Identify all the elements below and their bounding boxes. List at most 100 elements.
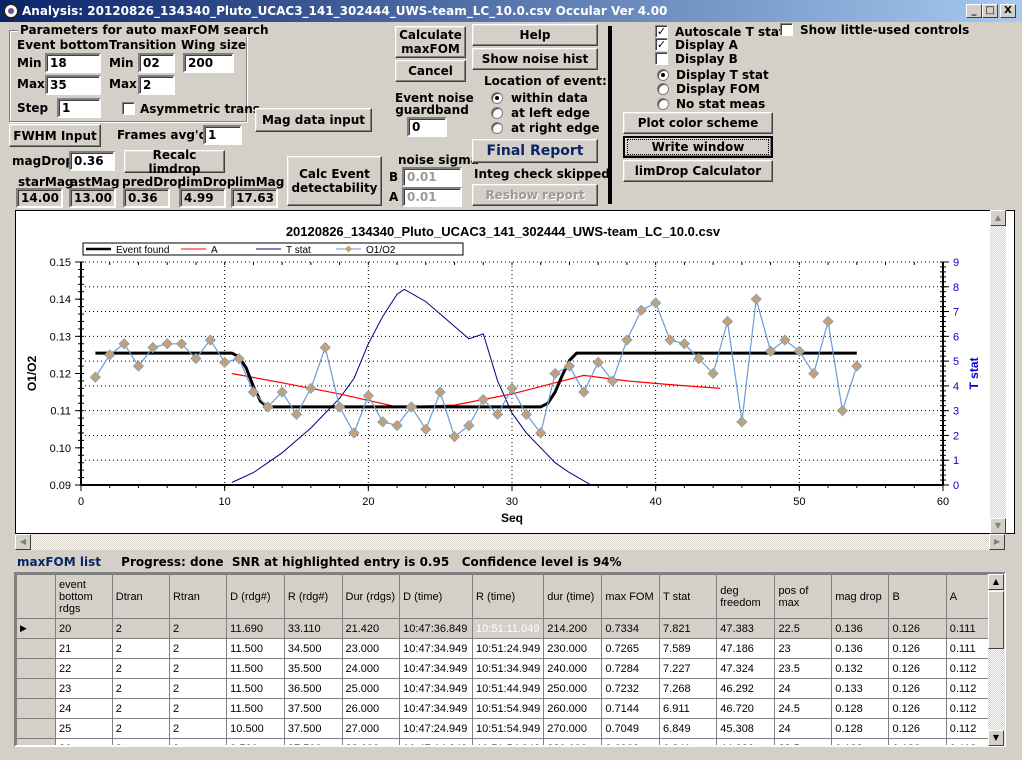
table-cell[interactable]: 9.500 xyxy=(226,738,285,745)
table-cell[interactable]: 23.000 xyxy=(341,638,401,659)
table-cell[interactable]: 10:51:54.949 xyxy=(472,738,545,745)
column-header[interactable]: B xyxy=(888,574,947,619)
column-header[interactable]: Dur (rdgs) xyxy=(341,574,401,619)
table-cell[interactable]: 33.110 xyxy=(283,618,343,639)
table-cell[interactable]: 0.132 xyxy=(831,658,890,679)
table-cell[interactable]: 47.383 xyxy=(716,618,776,639)
table-cell[interactable]: 21.420 xyxy=(341,618,401,639)
table-cell[interactable]: 10:47:36.849 xyxy=(399,618,474,639)
table-cell[interactable]: 260.000 xyxy=(543,698,603,719)
table-cell[interactable]: 24.000 xyxy=(341,658,401,679)
table-cell[interactable]: 0.126 xyxy=(888,658,947,679)
table-cell[interactable]: 25.000 xyxy=(341,678,401,699)
noise-sigma-a-input[interactable]: 0.01 xyxy=(402,187,462,207)
column-header[interactable]: event bottom rdgs xyxy=(55,574,113,619)
table-cell[interactable]: 2 xyxy=(111,718,170,739)
table-cell[interactable]: 11.500 xyxy=(226,638,285,659)
column-header[interactable]: Rtran xyxy=(168,574,228,619)
table-cell[interactable]: 37.500 xyxy=(283,698,343,719)
table-cell[interactable]: 0.136 xyxy=(831,638,890,659)
table-cell[interactable]: 36.500 xyxy=(283,678,343,699)
event-bottom-min-input[interactable]: 18 xyxy=(45,53,101,73)
table-cell[interactable]: 10:47:34.949 xyxy=(399,658,474,679)
table-cell[interactable]: 2 xyxy=(111,638,170,659)
table-cell[interactable]: 0.133 xyxy=(831,738,890,745)
table-cell[interactable]: 2 xyxy=(111,738,170,745)
table-cell[interactable]: 2 xyxy=(168,638,228,659)
table-cell[interactable]: 23 xyxy=(774,638,833,659)
table-cell[interactable]: 280.000 xyxy=(543,738,603,745)
guardband-input[interactable]: 0 xyxy=(407,117,447,137)
table-cell[interactable]: 26.000 xyxy=(341,698,401,719)
wing-size-input[interactable]: 200 xyxy=(183,53,234,73)
location-radio-left[interactable] xyxy=(491,107,503,119)
table-cell[interactable]: 0.126 xyxy=(888,738,947,745)
table-cell[interactable]: 270.000 xyxy=(543,718,603,739)
show-noise-hist-button[interactable]: Show noise hist xyxy=(472,48,598,70)
table-scroll-up-button[interactable]: ▲ xyxy=(988,574,1004,590)
table-cell[interactable]: 23.5 xyxy=(774,658,833,679)
table-cell[interactable]: 10:51:34.949 xyxy=(472,658,545,679)
chart-scroll-down-button[interactable]: ▼ xyxy=(990,518,1006,534)
table-cell[interactable]: 0.126 xyxy=(888,698,947,719)
table-cell[interactable]: 6.911 xyxy=(659,698,718,719)
table-cell[interactable]: 34.500 xyxy=(283,638,343,659)
autoscale-tstat-checkbox[interactable]: ✓ xyxy=(655,25,668,38)
maximize-button[interactable]: □ xyxy=(982,4,998,18)
table-cell[interactable]: 47.324 xyxy=(716,658,776,679)
row-header[interactable] xyxy=(16,698,57,719)
table-cell[interactable]: 2 xyxy=(111,698,170,719)
table-cell[interactable]: 7.589 xyxy=(659,638,718,659)
table-cell[interactable]: 23.5 xyxy=(774,738,833,745)
table-cell[interactable]: 10:47:24.949 xyxy=(399,718,474,739)
table-cell[interactable]: 26 xyxy=(55,738,113,745)
recalc-limdrop-button[interactable]: Recalc limdrop xyxy=(124,148,225,176)
table-cell[interactable]: 7.227 xyxy=(659,658,718,679)
table-cell[interactable]: 0.126 xyxy=(888,638,947,659)
column-header[interactable]: Dtran xyxy=(111,574,170,619)
table-row[interactable]: 26229.50037.50028.00010:47:14.94910:51:5… xyxy=(16,738,1004,745)
column-header[interactable]: deg freedom xyxy=(716,574,776,619)
table-cell[interactable]: 10:47:34.949 xyxy=(399,638,474,659)
table-cell[interactable]: 21 xyxy=(55,638,113,659)
table-cell[interactable]: 10:51:11.049 xyxy=(472,618,545,639)
table-cell[interactable]: 7.268 xyxy=(659,678,718,699)
app-icon[interactable] xyxy=(3,3,19,19)
calculate-maxfom-button[interactable]: Calculate maxFOM xyxy=(395,26,466,58)
display-a-checkbox[interactable]: ✓ xyxy=(655,38,668,51)
show-little-used-checkbox[interactable] xyxy=(780,23,793,36)
table-cell[interactable]: 24 xyxy=(774,678,833,699)
location-radio-within[interactable] xyxy=(491,92,503,104)
table-cell[interactable]: 0.128 xyxy=(831,718,890,739)
table-cell[interactable]: 0.7049 xyxy=(601,718,661,739)
table-cell[interactable]: 2 xyxy=(168,618,228,639)
table-cell[interactable]: 10:51:54.949 xyxy=(472,698,545,719)
table-cell[interactable]: 0.7265 xyxy=(601,638,661,659)
table-cell[interactable]: 23 xyxy=(55,678,113,699)
chart-horizontal-scrollbar[interactable]: ◀ ▶ xyxy=(15,534,1005,550)
table-cell[interactable]: 0.126 xyxy=(888,678,947,699)
table-cell[interactable]: 37.500 xyxy=(283,738,343,745)
chart-scroll-up-button[interactable]: ▲ xyxy=(990,210,1006,226)
table-cell[interactable]: 2 xyxy=(168,698,228,719)
table-cell[interactable]: 22 xyxy=(55,658,113,679)
event-bottom-max-input[interactable]: 35 xyxy=(45,75,101,95)
column-header[interactable]: R (time) xyxy=(472,574,545,619)
table-cell[interactable]: 0.7284 xyxy=(601,658,661,679)
table-cell[interactable]: 22.5 xyxy=(774,618,833,639)
mag-data-input-button[interactable]: Mag data input xyxy=(255,108,372,132)
table-row[interactable]: 23 2 2 11.500 36.500 25.000 10:47:34.949 10:51:… xyxy=(16,678,1004,699)
display-b-checkbox[interactable] xyxy=(655,52,668,65)
table-cell[interactable]: 0.6969 xyxy=(601,738,661,745)
transition-min-input[interactable]: 02 xyxy=(138,53,175,73)
table-row[interactable]: ▶ 20 2 2 11.690 33.110 21.420 10:47:36.849 10:51… xyxy=(16,618,1004,639)
chart-scroll-right-button[interactable]: ▶ xyxy=(989,534,1005,550)
table-cell[interactable]: 0.133 xyxy=(831,678,890,699)
table-cell[interactable]: 25 xyxy=(55,718,113,739)
reshow-report-button[interactable]: Reshow report xyxy=(472,184,598,206)
table-cell[interactable]: 2 xyxy=(111,678,170,699)
table-cell[interactable]: 7.821 xyxy=(659,618,718,639)
table-cell[interactable]: 37.500 xyxy=(283,718,343,739)
magdrop-input[interactable]: 0.36 xyxy=(69,151,115,171)
final-report-button[interactable]: Final Report xyxy=(472,139,598,163)
